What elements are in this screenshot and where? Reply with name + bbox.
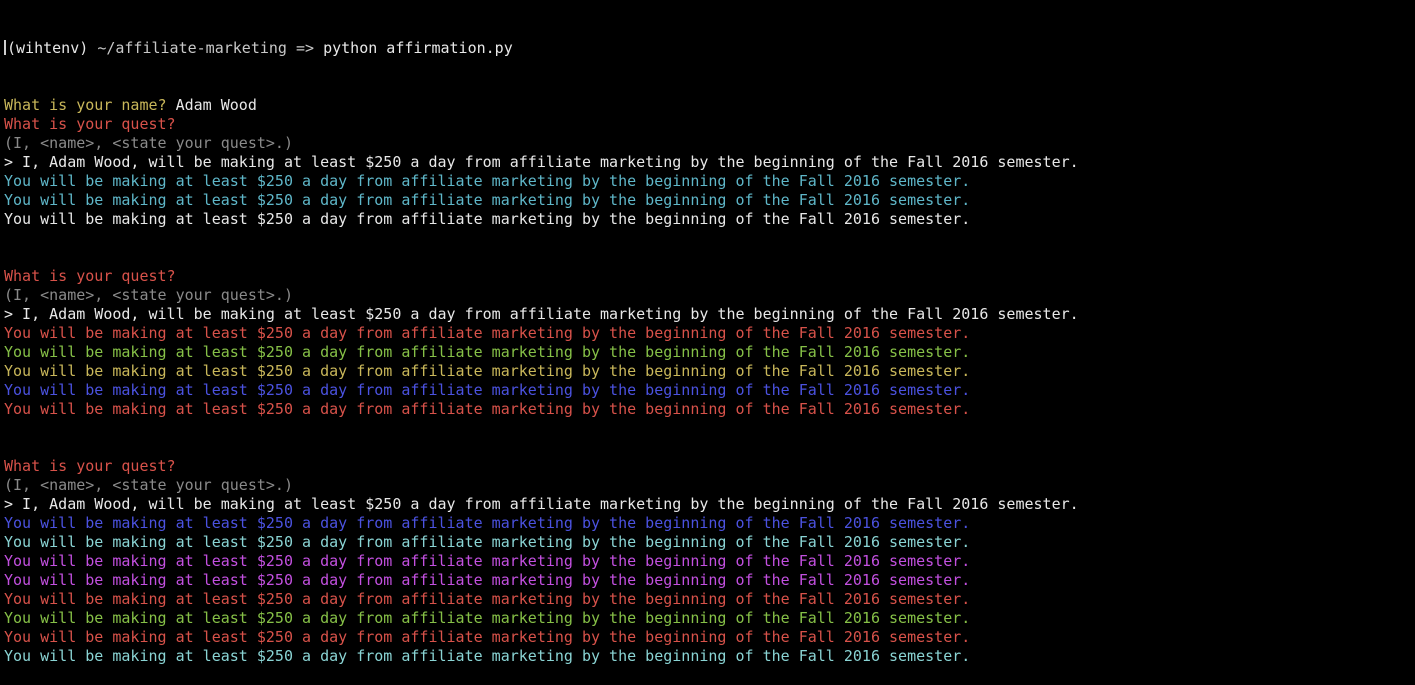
output-line: (I, <name>, <state your quest>.) (4, 286, 1409, 305)
output-text: You will be making at least $250 a day f… (4, 590, 971, 608)
output-text: You will be making at least $250 a day f… (4, 381, 971, 399)
output-line: What is your quest? (4, 267, 1409, 286)
output-line: You will be making at least $250 a day f… (4, 400, 1409, 419)
output-text: You will be making at least $250 a day f… (4, 533, 971, 551)
output-line: You will be making at least $250 a day f… (4, 210, 1409, 229)
output-text: You will be making at least $250 a day f… (4, 210, 971, 228)
output-text: You will be making at least $250 a day f… (4, 324, 971, 342)
output-line: You will be making at least $250 a day f… (4, 609, 1409, 628)
terminal-window[interactable]: (wihtenv) ~/affiliate-marketing => pytho… (4, 1, 1409, 685)
command-text: python affirmation.py (323, 39, 513, 57)
output-text: You will be making at least $250 a day f… (4, 609, 971, 627)
virtualenv-name: (wihtenv) (7, 39, 89, 57)
output-line: You will be making at least $250 a day f… (4, 172, 1409, 191)
output-text: You will be making at least $250 a day f… (4, 172, 971, 190)
output-text: > I, Adam Wood, will be making at least … (4, 305, 1079, 323)
output-line: (I, <name>, <state your quest>.) (4, 476, 1409, 495)
output-line: You will be making at least $250 a day f… (4, 343, 1409, 362)
output-text: What is your name? (4, 96, 176, 114)
output-text: You will be making at least $250 a day f… (4, 514, 971, 532)
output-line: You will be making at least $250 a day f… (4, 191, 1409, 210)
output-line: You will be making at least $250 a day f… (4, 324, 1409, 343)
output-text: (I, <name>, <state your quest>.) (4, 134, 293, 152)
output-line: (I, <name>, <state your quest>.) (4, 134, 1409, 153)
output-text: You will be making at least $250 a day f… (4, 343, 971, 361)
output-line: What is your quest? (4, 115, 1409, 134)
output-text: (I, <name>, <state your quest>.) (4, 286, 293, 304)
output-text: You will be making at least $250 a day f… (4, 571, 971, 589)
output-line: You will be making at least $250 a day f… (4, 552, 1409, 571)
working-directory: ~/affiliate-marketing (97, 39, 287, 57)
output-line: You will be making at least $250 a day f… (4, 533, 1409, 552)
output-line: You will be making at least $250 a day f… (4, 590, 1409, 609)
terminal-output: What is your name? Adam Wood What is your… (4, 96, 1409, 666)
prompt-arrow: => (296, 39, 315, 57)
output-text: You will be making at least $250 a day f… (4, 628, 971, 646)
output-line: > I, Adam Wood, will be making at least … (4, 153, 1409, 172)
user-answer: Adam Wood (175, 96, 257, 114)
output-text: What is your quest? (4, 267, 176, 285)
output-line: What is your quest? (4, 457, 1409, 476)
output-line: You will be making at least $250 a day f… (4, 381, 1409, 400)
output-text: You will be making at least $250 a day f… (4, 191, 971, 209)
output-text: What is your quest? (4, 457, 176, 475)
output-line: You will be making at least $250 a day f… (4, 362, 1409, 381)
output-text: (I, <name>, <state your quest>.) (4, 476, 293, 494)
output-text: You will be making at least $250 a day f… (4, 552, 971, 570)
output-line: You will be making at least $250 a day f… (4, 647, 1409, 666)
cursor-icon (4, 40, 6, 55)
output-text: > I, Adam Wood, will be making at least … (4, 495, 1079, 513)
output-line: > I, Adam Wood, will be making at least … (4, 495, 1409, 514)
output-text: What is your quest? (4, 115, 176, 133)
output-text: > I, Adam Wood, will be making at least … (4, 153, 1079, 171)
prompt-line: (wihtenv) ~/affiliate-marketing => pytho… (4, 39, 1409, 58)
output-line: You will be making at least $250 a day f… (4, 514, 1409, 533)
output-line: > I, Adam Wood, will be making at least … (4, 305, 1409, 324)
output-line: You will be making at least $250 a day f… (4, 571, 1409, 590)
output-line: What is your name? Adam Wood (4, 96, 1409, 115)
output-text: You will be making at least $250 a day f… (4, 647, 971, 665)
output-text: You will be making at least $250 a day f… (4, 362, 971, 380)
output-text: You will be making at least $250 a day f… (4, 400, 971, 418)
output-line: You will be making at least $250 a day f… (4, 628, 1409, 647)
